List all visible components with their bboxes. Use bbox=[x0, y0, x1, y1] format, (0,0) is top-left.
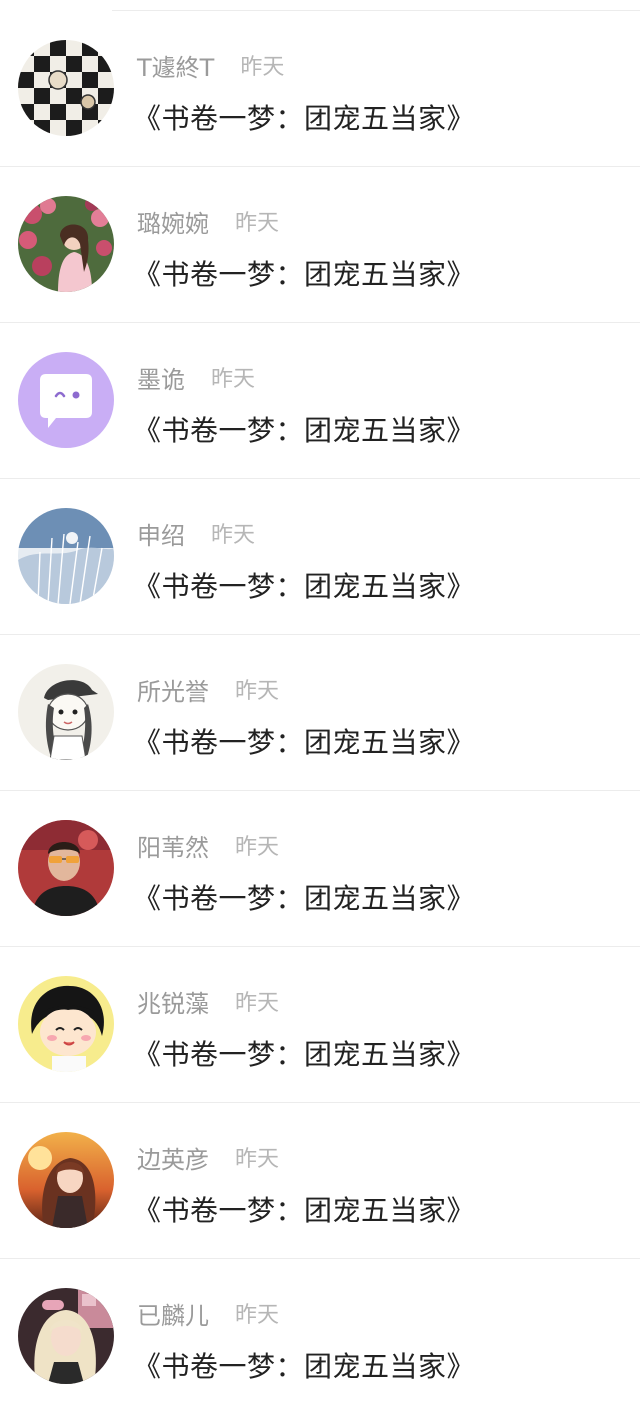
list-item[interactable]: 边英彦 昨天 《书卷一梦：团宠五当家》 bbox=[0, 1103, 640, 1259]
message-text: 《书卷一梦：团宠五当家》 bbox=[133, 1038, 476, 1071]
message-time: 昨天 bbox=[235, 1303, 280, 1328]
list-item[interactable]: 已麟儿 昨天 《书卷一梦：团宠五当家》 bbox=[0, 1259, 640, 1415]
sender-name: 兆锐藻 bbox=[137, 989, 209, 1018]
message-text: 《书卷一梦：团宠五当家》 bbox=[133, 882, 476, 915]
avatar[interactable] bbox=[18, 820, 114, 916]
message-text: 《书卷一梦：团宠五当家》 bbox=[133, 1194, 476, 1227]
avatar[interactable] bbox=[18, 196, 114, 292]
list-item[interactable]: 所光誉 昨天 《书卷一梦：团宠五当家》 bbox=[0, 635, 640, 791]
message-text: 《书卷一梦：团宠五当家》 bbox=[133, 570, 476, 603]
message-text: 《书卷一梦：团宠五当家》 bbox=[133, 258, 476, 291]
sender-name: 阳苇然 bbox=[137, 833, 209, 862]
sender-name: 已麟儿 bbox=[137, 1301, 209, 1330]
avatar[interactable] bbox=[18, 1132, 114, 1228]
avatar[interactable] bbox=[18, 40, 114, 136]
message-time: 昨天 bbox=[235, 1147, 280, 1172]
avatar[interactable] bbox=[18, 664, 114, 760]
checkerboard-collage-icon bbox=[18, 40, 114, 136]
man-sunglasses-icon bbox=[18, 820, 114, 916]
list-item[interactable]: 兆锐藻 昨天 《书卷一梦：团宠五当家》 bbox=[0, 947, 640, 1103]
sender-name: 边英彦 bbox=[137, 1145, 209, 1174]
sender-name: 墨诡 bbox=[137, 365, 185, 394]
sender-name: 所光誉 bbox=[137, 677, 209, 706]
sender-name: 璐婉婉 bbox=[137, 209, 209, 238]
message-text: 《书卷一梦：团宠五当家》 bbox=[133, 726, 476, 759]
message-time: 昨天 bbox=[235, 835, 280, 860]
avatar[interactable] bbox=[18, 508, 114, 604]
message-list: T遽終T 昨天 《书卷一梦：团宠五当家》 璐婉婉 昨天 《书卷一梦：团宠五当家》… bbox=[0, 11, 640, 1415]
message-time: 昨天 bbox=[211, 523, 256, 548]
blonde-girl-icon bbox=[18, 1288, 114, 1384]
avatar[interactable] bbox=[18, 352, 114, 448]
list-item[interactable]: T遽終T 昨天 《书卷一梦：团宠五当家》 bbox=[0, 11, 640, 167]
sketch-cap-girl-icon bbox=[18, 664, 114, 760]
list-item[interactable]: 墨诡 昨天 《书卷一梦：团宠五当家》 bbox=[0, 323, 640, 479]
message-time: 昨天 bbox=[211, 367, 256, 392]
chat-bubble-icon bbox=[18, 352, 114, 448]
list-item[interactable]: 阳苇然 昨天 《书卷一梦：团宠五当家》 bbox=[0, 791, 640, 947]
list-item[interactable]: 申绍 昨天 《书卷一梦：团宠五当家》 bbox=[0, 479, 640, 635]
message-time: 昨天 bbox=[235, 991, 280, 1016]
message-time: 昨天 bbox=[235, 679, 280, 704]
message-time: 昨天 bbox=[235, 211, 280, 236]
anime-girl-sunset-icon bbox=[18, 1132, 114, 1228]
sender-name: 申绍 bbox=[137, 521, 185, 550]
message-text: 《书卷一梦：团宠五当家》 bbox=[133, 1350, 476, 1383]
cartoon-girl-icon bbox=[18, 976, 114, 1072]
message-time: 昨天 bbox=[240, 55, 285, 80]
message-text: 《书卷一梦：团宠五当家》 bbox=[133, 102, 476, 135]
list-item[interactable]: 璐婉婉 昨天 《书卷一梦：团宠五当家》 bbox=[0, 167, 640, 323]
avatar[interactable] bbox=[18, 976, 114, 1072]
message-text: 《书卷一梦：团宠五当家》 bbox=[133, 414, 476, 447]
sender-name: T遽終T bbox=[137, 53, 215, 82]
blue-sketch-landscape-icon bbox=[18, 508, 114, 604]
avatar[interactable] bbox=[18, 1288, 114, 1384]
girl-with-roses-icon bbox=[18, 196, 114, 292]
